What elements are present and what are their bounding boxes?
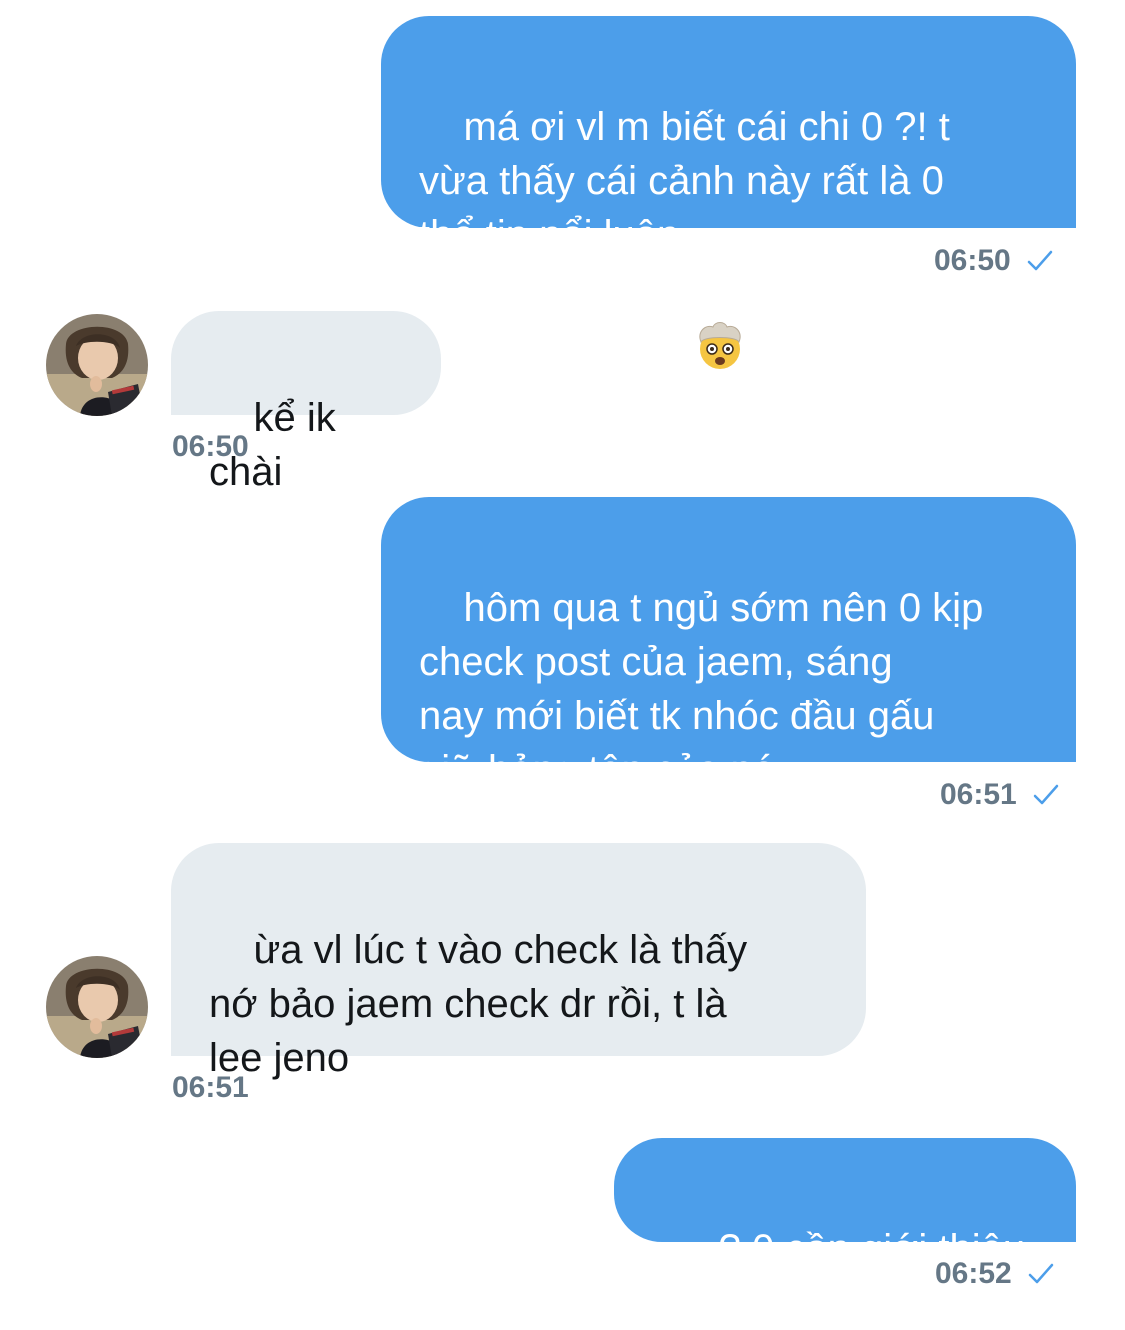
exploding-head-emoji	[693, 210, 747, 370]
outgoing-message-bubble[interactable]: hôm qua t ngủ sớm nên 0 kịp check post c…	[381, 497, 1076, 792]
message-text: ừa vl lúc t vào check là thấy nớ bảo jae…	[209, 928, 748, 1080]
outgoing-message-bubble[interactable]: ..? 0 cần giới thiệu	[614, 1138, 1076, 1271]
message-meta: 06:50	[934, 244, 1055, 278]
message-timestamp: 06:51	[172, 1071, 249, 1104]
incoming-message-bubble[interactable]: kể ik chài	[171, 311, 441, 494]
sent-check-icon	[1027, 250, 1052, 271]
message-meta: 06:51	[940, 778, 1061, 812]
contact-avatar[interactable]	[46, 956, 148, 1058]
message-text: hôm qua t ngủ sớm nên 0 kịp check post c…	[419, 586, 984, 792]
message-timestamp: 06:52	[935, 1257, 1012, 1290]
contact-avatar[interactable]	[46, 314, 148, 416]
message-meta: 06:52	[935, 1257, 1056, 1291]
message-timestamp: 06:50	[934, 244, 1011, 277]
message-meta: 06:50	[172, 430, 249, 464]
conversation: má ơi vl m biết cái chi 0 ?! t vừa thấy …	[0, 0, 1125, 1311]
message-timestamp: 06:50	[172, 430, 249, 463]
message-meta: 06:51	[172, 1071, 249, 1105]
message-text: má ơi vl m biết cái chi 0 ?! t vừa thấy …	[419, 105, 950, 257]
sent-check-icon	[1028, 1263, 1053, 1284]
sent-check-icon	[1033, 784, 1058, 805]
message-timestamp: 06:51	[940, 778, 1017, 811]
outgoing-message-bubble[interactable]: má ơi vl m biết cái chi 0 ?! t vừa thấy …	[381, 16, 1076, 370]
incoming-message-bubble[interactable]: ừa vl lúc t vào check là thấy nớ bảo jae…	[171, 843, 866, 1080]
